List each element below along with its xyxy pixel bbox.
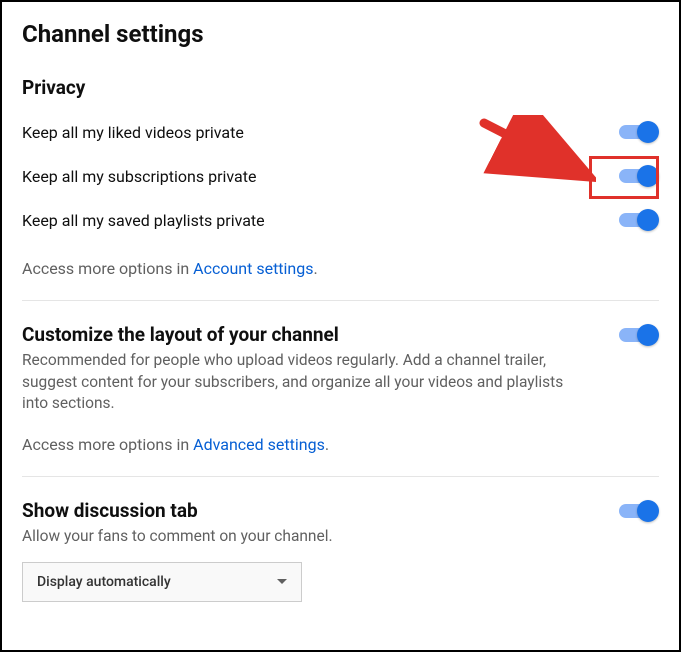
subscriptions-toggle[interactable] xyxy=(619,165,659,187)
dropdown-value: Display automatically xyxy=(37,574,171,590)
privacy-section: Privacy Keep all my liked videos private… xyxy=(22,76,659,278)
page-title: Channel settings xyxy=(22,20,659,48)
advanced-settings-link[interactable]: Advanced settings xyxy=(193,435,325,454)
privacy-heading: Privacy xyxy=(22,76,659,99)
hint-prefix: Access more options in xyxy=(22,259,193,278)
customize-layout-description: Recommended for people who upload videos… xyxy=(22,350,582,415)
customize-layout-section: Customize the layout of your channel Rec… xyxy=(22,323,659,454)
privacy-row-subscriptions: Keep all my subscriptions private xyxy=(22,157,659,195)
privacy-hint: Access more options in Account settings. xyxy=(22,259,659,278)
account-settings-link[interactable]: Account settings xyxy=(193,259,313,278)
discussion-description: Allow your fans to comment on your chann… xyxy=(22,526,582,548)
layout-hint: Access more options in Advanced settings… xyxy=(22,435,659,454)
playlists-label: Keep all my saved playlists private xyxy=(22,211,265,230)
privacy-row-liked-videos: Keep all my liked videos private xyxy=(22,113,659,151)
customize-layout-toggle[interactable] xyxy=(619,324,659,346)
playlists-toggle[interactable] xyxy=(619,209,659,231)
hint-prefix: Access more options in xyxy=(22,435,193,454)
toggle-thumb xyxy=(637,324,659,346)
customize-layout-heading: Customize the layout of your channel xyxy=(22,323,339,346)
discussion-toggle[interactable] xyxy=(619,500,659,522)
chevron-down-icon xyxy=(277,579,287,584)
discussion-heading: Show discussion tab xyxy=(22,499,198,522)
toggle-thumb xyxy=(637,500,659,522)
subscriptions-label: Keep all my subscriptions private xyxy=(22,167,256,186)
privacy-row-playlists: Keep all my saved playlists private xyxy=(22,201,659,239)
discussion-mode-dropdown[interactable]: Display automatically xyxy=(22,562,302,602)
hint-suffix: . xyxy=(325,435,329,454)
divider xyxy=(22,476,659,477)
divider xyxy=(22,300,659,301)
toggle-thumb xyxy=(637,209,659,231)
toggle-thumb xyxy=(637,165,659,187)
hint-suffix: . xyxy=(314,259,318,278)
liked-videos-toggle[interactable] xyxy=(619,121,659,143)
liked-videos-label: Keep all my liked videos private xyxy=(22,123,244,142)
toggle-thumb xyxy=(637,121,659,143)
discussion-section: Show discussion tab Allow your fans to c… xyxy=(22,499,659,602)
